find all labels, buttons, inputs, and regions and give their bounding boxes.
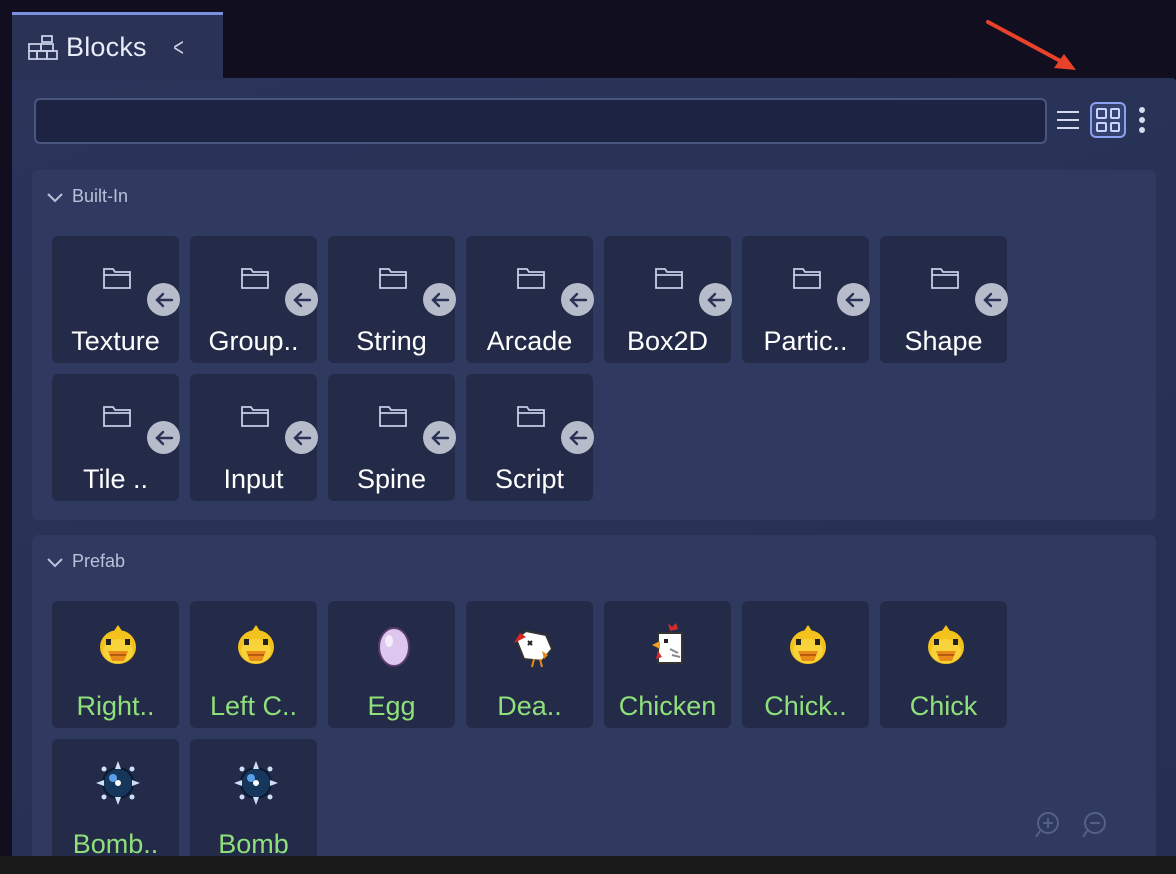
- arrow-left-icon[interactable]: [285, 283, 318, 316]
- card-label: Chick: [909, 691, 978, 721]
- prefab-section-header[interactable]: Prefab: [46, 551, 125, 572]
- tab-title: Blocks: [66, 32, 147, 62]
- search-input[interactable]: [34, 98, 1047, 144]
- collapse-icon[interactable]: <: [173, 32, 184, 63]
- kebab-icon: [1139, 107, 1145, 133]
- card-label: Group..: [208, 326, 299, 356]
- builtin-block-card[interactable]: Script: [466, 374, 594, 501]
- arrow-left-icon[interactable]: [975, 283, 1008, 316]
- builtin-block-card[interactable]: Input: [190, 374, 318, 501]
- blocks-tab[interactable]: Blocks <: [12, 12, 223, 80]
- zoom-in-icon[interactable]: [1035, 811, 1063, 839]
- section-title: Prefab: [72, 551, 126, 571]
- card-label: Right..: [76, 691, 155, 721]
- chevron-down-icon: [47, 557, 63, 567]
- prefab-card[interactable]: Right..: [52, 601, 179, 728]
- card-label: Box2D: [626, 326, 709, 356]
- arrow-left-icon[interactable]: [423, 283, 456, 316]
- card-label: Script: [494, 464, 565, 494]
- more-options-button[interactable]: [1130, 100, 1154, 140]
- builtin-block-card[interactable]: Texture: [52, 236, 180, 363]
- blocks-window: Blocks < Built-In Texture Group.. String Ar…: [0, 0, 1176, 874]
- card-label: Texture: [71, 326, 160, 356]
- list-icon: [1057, 111, 1079, 129]
- arrow-left-icon[interactable]: [699, 283, 732, 316]
- card-label: String: [356, 326, 427, 356]
- card-label: Input: [223, 464, 284, 494]
- builtin-section: Built-In Texture Group.. String Arcade Box2D…: [32, 170, 1156, 520]
- builtin-block-card[interactable]: Group..: [190, 236, 318, 363]
- arrow-left-icon[interactable]: [561, 421, 594, 454]
- grid-icon: [1090, 102, 1126, 138]
- section-title: Built-In: [72, 186, 129, 206]
- prefab-card[interactable]: Chick: [880, 601, 1007, 728]
- arrow-left-icon[interactable]: [147, 283, 180, 316]
- zoom-out-icon[interactable]: [1082, 811, 1110, 839]
- prefab-card[interactable]: Bomb..: [52, 739, 179, 858]
- list-view-button[interactable]: [1048, 100, 1088, 140]
- arrow-left-icon[interactable]: [147, 421, 180, 454]
- card-label: Tile ..: [82, 464, 148, 494]
- prefab-card[interactable]: Egg: [328, 601, 455, 728]
- builtin-block-card[interactable]: Partic..: [742, 236, 870, 363]
- arrow-left-icon[interactable]: [561, 283, 594, 316]
- card-label: Bomb..: [72, 829, 159, 858]
- card-label: Partic..: [763, 326, 848, 356]
- builtin-block-card[interactable]: Box2D: [604, 236, 732, 363]
- arrow-left-icon[interactable]: [837, 283, 870, 316]
- card-label: Arcade: [486, 326, 573, 356]
- arrow-left-icon[interactable]: [423, 421, 456, 454]
- prefab-card[interactable]: Chicken: [604, 601, 731, 728]
- prefab-card[interactable]: Chick..: [742, 601, 869, 728]
- card-label: Left C..: [209, 691, 298, 721]
- chevron-down-icon: [47, 192, 63, 202]
- card-label: Chicken: [618, 691, 717, 721]
- builtin-section-header[interactable]: Built-In: [46, 186, 128, 207]
- card-label: Spine: [356, 464, 427, 494]
- prefab-card[interactable]: Bomb: [190, 739, 317, 858]
- annotation-arrow-icon: [986, 20, 1076, 70]
- builtin-block-card[interactable]: Shape: [880, 236, 1008, 363]
- builtin-block-card[interactable]: Spine: [328, 374, 456, 501]
- builtin-block-card[interactable]: Arcade: [466, 236, 594, 363]
- builtin-block-card[interactable]: String: [328, 236, 456, 363]
- arrow-left-icon[interactable]: [285, 421, 318, 454]
- window-bottom-edge: [0, 856, 1176, 874]
- prefab-card[interactable]: Left C..: [190, 601, 317, 728]
- card-label: Shape: [904, 326, 983, 356]
- blocks-panel: Built-In Texture Group.. String Arcade Box2D…: [12, 78, 1176, 858]
- card-label: Chick..: [764, 691, 847, 721]
- prefab-card[interactable]: Dea..: [466, 601, 593, 728]
- card-label: Dea..: [497, 691, 562, 721]
- prefab-section: Prefab Right.. Left C.. Egg Dea.. Chicken Chi…: [32, 535, 1156, 858]
- card-label: Bomb: [218, 829, 289, 858]
- builtin-block-card[interactable]: Tile ..: [52, 374, 180, 501]
- card-label: Egg: [367, 691, 416, 721]
- blocks-icon: [28, 34, 58, 60]
- grid-view-button[interactable]: [1088, 100, 1128, 140]
